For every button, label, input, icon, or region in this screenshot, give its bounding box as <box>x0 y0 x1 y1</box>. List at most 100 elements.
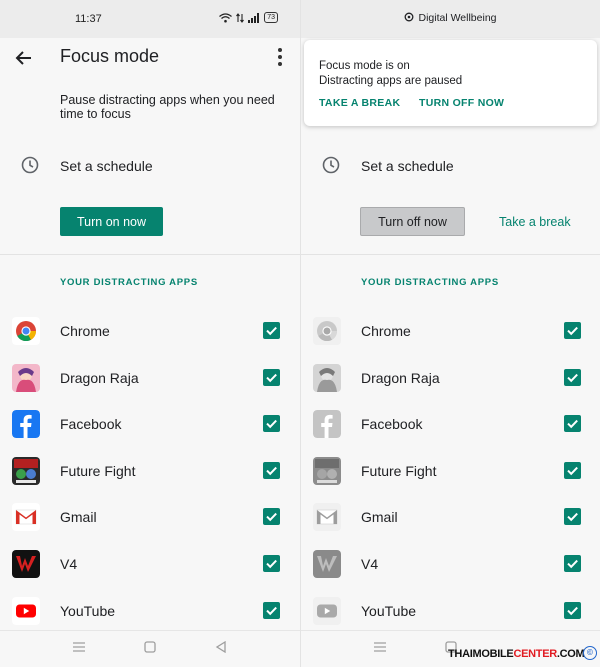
app-row-future-fight[interactable]: Future Fight <box>0 456 300 503</box>
youtube-icon <box>313 596 341 625</box>
digital-wellbeing-header: Digital Wellbeing <box>301 12 600 24</box>
app-row-gmail[interactable]: Gmail <box>0 503 300 549</box>
chrome-icon <box>313 317 341 345</box>
focus-mode-screen-off: 11:37 73 Focus mode Pause distracting ap… <box>0 0 300 667</box>
app-name: Chrome <box>60 323 110 339</box>
distracting-apps-header: YOUR DISTRACTING APPS <box>361 277 499 288</box>
more-vert-icon <box>278 48 282 52</box>
checkmark-icon <box>266 326 277 336</box>
checkmark-icon <box>266 559 277 569</box>
chrome-icon <box>12 317 40 345</box>
app-name: Facebook <box>60 416 122 433</box>
checkmark-icon <box>266 466 277 476</box>
app-bar: Focus mode <box>0 38 300 78</box>
app-checkbox[interactable] <box>564 555 581 572</box>
app-row-facebook[interactable]: Facebook <box>301 410 600 456</box>
app-row-chrome[interactable]: Chrome <box>301 317 600 363</box>
digital-wellbeing-icon <box>405 12 414 22</box>
status-time: 11:37 <box>75 13 102 25</box>
future-fight-icon <box>12 456 40 485</box>
description-text: Pause distracting apps when you need tim… <box>60 93 275 121</box>
watermark-part1: THAIMOBILE <box>448 648 514 660</box>
dragon-raja-icon <box>12 363 40 392</box>
battery-icon: 73 <box>264 12 278 23</box>
facebook-icon <box>313 410 341 439</box>
app-checkbox[interactable] <box>263 601 280 619</box>
app-name: V4 <box>60 556 78 572</box>
app-checkbox[interactable] <box>564 415 581 433</box>
notification-text: Distracting apps are paused <box>319 75 463 87</box>
app-checkbox[interactable] <box>564 368 581 386</box>
take-a-break-action[interactable]: TAKE A BREAK <box>319 97 400 109</box>
clock-icon <box>322 156 340 174</box>
app-name: YouTube <box>60 602 116 619</box>
dragon-raja-icon <box>313 363 341 392</box>
divider <box>301 254 600 255</box>
checkmark-icon <box>266 420 277 429</box>
notification-title: Focus mode is on <box>319 60 410 72</box>
app-checkbox[interactable] <box>263 461 280 479</box>
recent-apps-icon[interactable] <box>373 641 387 653</box>
app-name: Facebook <box>361 416 423 433</box>
app-name: Future Fight <box>361 462 437 479</box>
clock-icon <box>21 156 39 174</box>
divider <box>0 254 300 255</box>
checkmark-icon <box>567 326 578 336</box>
app-name: Dragon Raja <box>361 369 440 386</box>
watermark-part3: .COM <box>556 648 585 660</box>
youtube-icon <box>12 596 40 625</box>
app-name: V4 <box>361 556 379 572</box>
more-vert-dot <box>278 55 282 59</box>
data-icon <box>236 12 245 23</box>
app-checkbox[interactable] <box>564 461 581 479</box>
app-row-v4[interactable]: V4 <box>301 550 600 596</box>
back-button[interactable] <box>12 46 36 70</box>
app-checkbox[interactable] <box>263 555 280 572</box>
set-schedule-label: Set a schedule <box>361 158 454 174</box>
home-icon[interactable] <box>144 641 156 653</box>
turn-off-now-button[interactable]: Turn off now <box>360 207 465 236</box>
set-schedule-row[interactable]: Set a schedule <box>301 148 600 182</box>
app-name: Gmail <box>60 509 97 526</box>
turn-off-now-action[interactable]: TURN OFF NOW <box>419 97 504 109</box>
app-name: Dragon Raja <box>60 369 139 386</box>
app-name: Gmail <box>361 509 398 526</box>
v4-icon <box>313 550 341 578</box>
back-nav-icon[interactable] <box>215 641 227 653</box>
app-name: Future Fight <box>60 462 136 479</box>
v4-icon <box>12 550 40 578</box>
app-checkbox[interactable] <box>263 322 280 339</box>
app-checkbox[interactable] <box>564 601 581 619</box>
digital-wellbeing-label: Digital Wellbeing <box>418 12 497 24</box>
set-schedule-row[interactable]: Set a schedule <box>0 148 300 182</box>
watermark: THAIMOBILECENTER.COM <box>448 648 585 660</box>
notification-shade-header: Digital Wellbeing <box>301 0 600 38</box>
facebook-icon <box>12 410 40 439</box>
checkmark-icon <box>567 373 578 382</box>
app-row-chrome[interactable]: Chrome <box>0 317 300 363</box>
app-row-v4[interactable]: V4 <box>0 550 300 596</box>
app-checkbox[interactable] <box>564 322 581 339</box>
app-row-facebook[interactable]: Facebook <box>0 410 300 456</box>
checkmark-icon <box>567 420 578 429</box>
app-row-dragon-raja[interactable]: Dragon Raja <box>0 363 300 410</box>
app-checkbox[interactable] <box>263 415 280 433</box>
app-checkbox[interactable] <box>263 368 280 386</box>
more-vert-dot <box>278 62 282 66</box>
app-name: YouTube <box>361 602 417 619</box>
system-icons: 73 <box>219 12 278 23</box>
app-row-gmail[interactable]: Gmail <box>301 503 600 549</box>
app-row-dragon-raja[interactable]: Dragon Raja <box>301 363 600 410</box>
app-checkbox[interactable] <box>263 508 280 526</box>
focus-mode-notification[interactable]: Focus mode is on Distracting apps are pa… <box>304 40 597 126</box>
turn-on-now-button[interactable]: Turn on now <box>60 207 163 236</box>
app-row-future-fight[interactable]: Future Fight <box>301 456 600 503</box>
status-bar: 11:37 73 <box>0 0 300 38</box>
more-options-button[interactable] <box>270 45 290 71</box>
app-checkbox[interactable] <box>564 508 581 526</box>
take-a-break-link[interactable]: Take a break <box>499 215 571 229</box>
page-title: Focus mode <box>60 46 160 66</box>
signal-icon <box>248 12 260 23</box>
recent-apps-icon[interactable] <box>72 641 86 653</box>
gmail-icon <box>12 503 40 532</box>
